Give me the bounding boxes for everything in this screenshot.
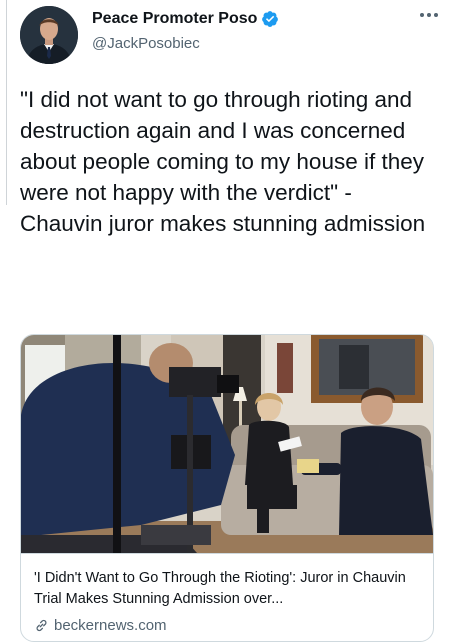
tweet-header: Peace Promoter Poso @JackPosobiec <box>20 6 440 66</box>
card-info[interactable]: 'I Didn't Want to Go Through the Rioting… <box>21 553 433 641</box>
verified-badge-icon <box>262 11 279 27</box>
card-title[interactable]: 'I Didn't Want to Go Through the Rioting… <box>34 568 426 610</box>
avatar-image <box>20 6 78 64</box>
card-domain[interactable]: beckernews.com <box>54 617 167 634</box>
name-row: Peace Promoter Poso <box>92 10 279 28</box>
left-edge-divider <box>0 0 7 205</box>
more-options-icon[interactable] <box>418 8 440 22</box>
link-card[interactable]: 'I Didn't Want to Go Through the Rioting… <box>20 334 434 642</box>
card-domain-row[interactable]: beckernews.com <box>34 617 167 634</box>
avatar[interactable] <box>20 6 78 64</box>
tweet-text: "I did not want to go through rioting an… <box>20 87 426 236</box>
display-name[interactable]: Peace Promoter Poso <box>92 10 257 28</box>
user-handle[interactable]: @JackPosobiec <box>92 35 200 52</box>
card-image[interactable] <box>21 335 433 553</box>
link-icon <box>36 619 47 632</box>
